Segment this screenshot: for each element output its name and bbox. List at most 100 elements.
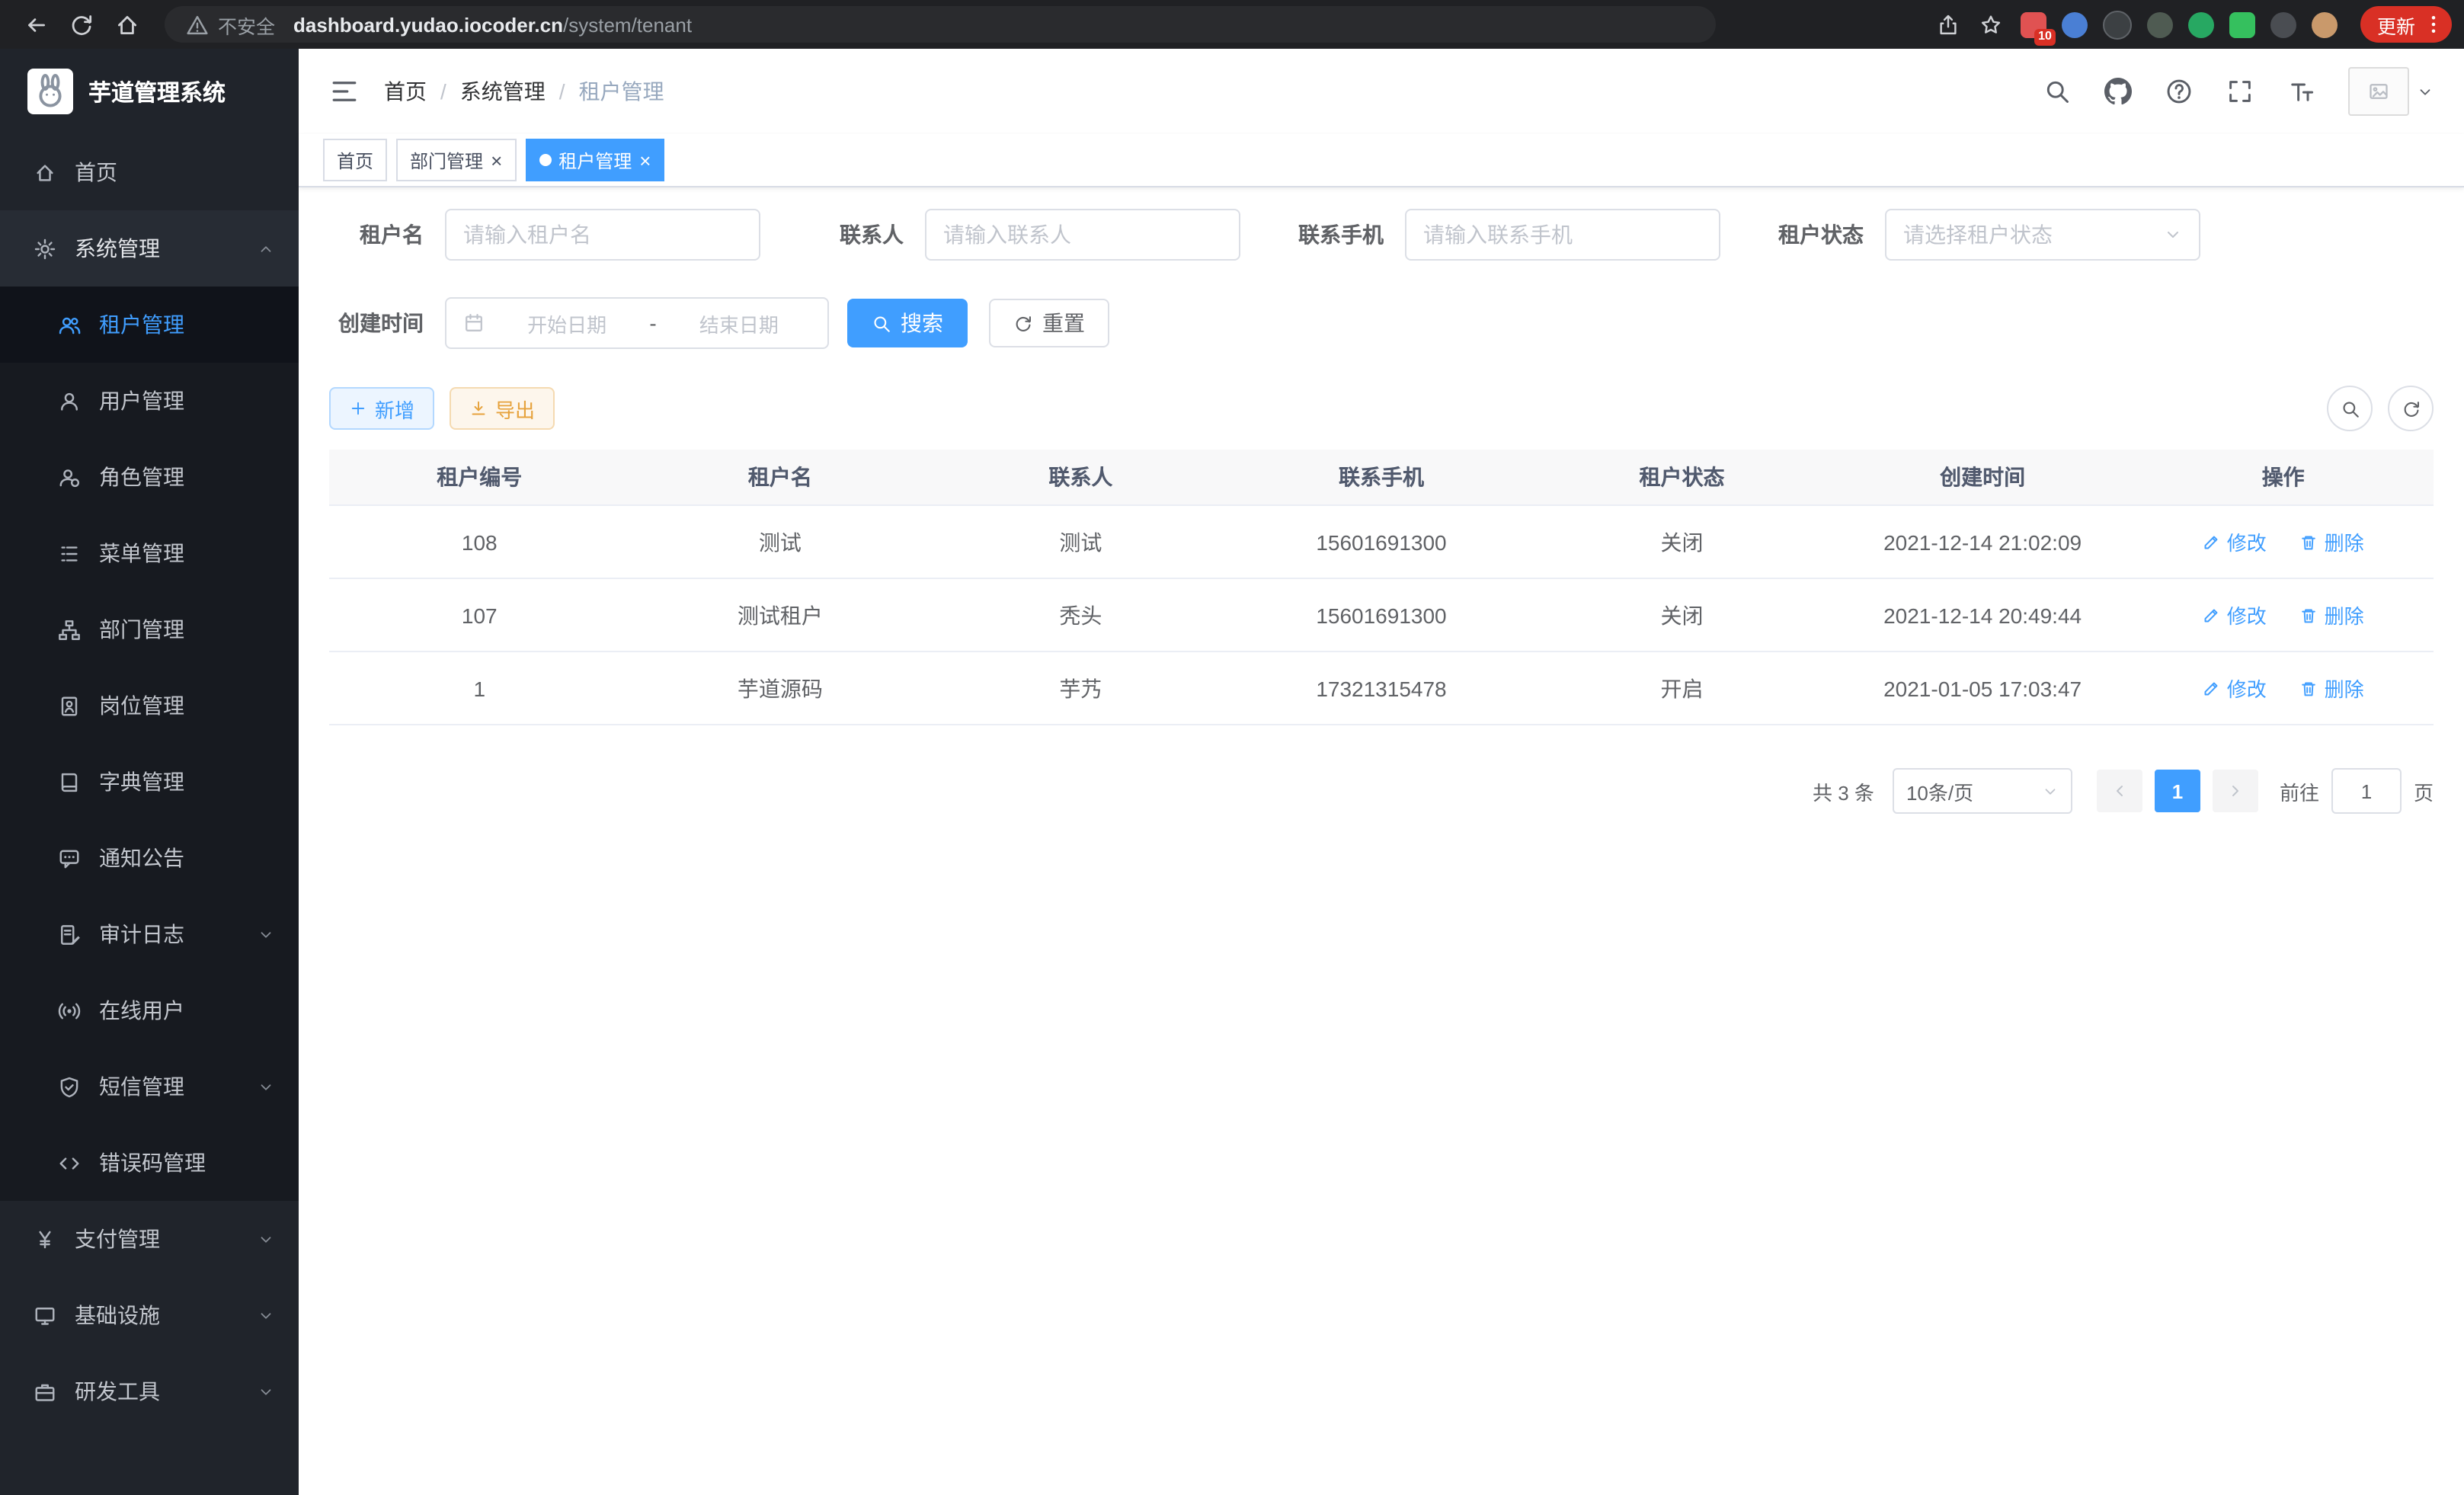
search-icon [2340, 399, 2360, 418]
chevron-right-icon [2226, 782, 2245, 800]
extension-icon-1[interactable]: 10 [2021, 11, 2046, 37]
code-icon [58, 1151, 81, 1174]
reload-icon[interactable] [58, 3, 104, 46]
page-header: 首页 / 系统管理 / 租户管理 [299, 49, 2464, 134]
tenant-name-input[interactable]: 请输入租户名 [445, 209, 760, 261]
user-avatar[interactable] [2348, 67, 2434, 116]
chevron-down-icon [258, 926, 274, 943]
breadcrumb-system[interactable]: 系统管理 [460, 76, 546, 107]
help-icon[interactable] [2165, 78, 2193, 105]
kebab-menu-icon[interactable] [2423, 14, 2444, 35]
edit-link[interactable]: 修改 [2203, 527, 2267, 556]
fullscreen-icon[interactable] [2226, 78, 2254, 105]
close-icon[interactable]: × [491, 150, 502, 170]
home-icon [34, 161, 56, 184]
sidebar-item-home[interactable]: 首页 [0, 134, 299, 210]
delete-link[interactable]: 删除 [2300, 600, 2364, 629]
date-range-input[interactable]: 开始日期 - 结束日期 [445, 297, 829, 349]
home-icon[interactable] [104, 3, 149, 46]
mobile-input[interactable]: 请输入联系手机 [1405, 209, 1720, 261]
sidebar-item-dept[interactable]: 部门管理 [0, 591, 299, 667]
browser-actions: 10 更新 [1928, 3, 2452, 46]
fold-menu-icon[interactable] [329, 76, 360, 107]
create-time-label: 创建时间 [329, 308, 424, 338]
prev-page-button[interactable] [2097, 770, 2142, 812]
extension-icon-3[interactable] [2103, 10, 2132, 39]
chevron-down-icon [258, 1078, 274, 1095]
sidebar-item-pay[interactable]: 支付管理 [0, 1201, 299, 1277]
sidebar-item-sms[interactable]: 短信管理 [0, 1048, 299, 1125]
sidebar-item-audit-log[interactable]: 审计日志 [0, 896, 299, 972]
export-button[interactable]: 导出 [450, 387, 555, 430]
sidebar-item-role[interactable]: 角色管理 [0, 439, 299, 515]
yen-icon [34, 1228, 56, 1250]
app-title: 芋道管理系统 [88, 75, 226, 107]
header-actions [2043, 67, 2434, 116]
chevron-down-icon [258, 1231, 274, 1247]
current-page-button[interactable]: 1 [2155, 770, 2200, 812]
github-icon[interactable] [2104, 78, 2132, 105]
status-value: 开启 [1531, 651, 1832, 725]
add-button[interactable]: 新增 [329, 387, 434, 430]
page-size-select[interactable]: 10条/页 [1893, 768, 2072, 814]
bookmark-star-icon[interactable] [1970, 3, 2013, 46]
tag-dept[interactable]: 部门管理 × [396, 139, 516, 181]
system-submenu: 租户管理 用户管理 角色管理 菜单管理 部门管理 [0, 287, 299, 1201]
user-icon [58, 389, 81, 412]
refresh-icon [2401, 399, 2421, 418]
tag-home[interactable]: 首页 [323, 139, 387, 181]
sidebar-item-notice[interactable]: 通知公告 [0, 820, 299, 896]
extension-icon-2[interactable] [2062, 11, 2088, 37]
contact-input[interactable]: 请输入联系人 [925, 209, 1240, 261]
security-chip[interactable]: 不安全 [186, 10, 275, 39]
breadcrumb-home[interactable]: 首页 [384, 76, 427, 107]
calendar-icon [463, 312, 485, 334]
extension-icon-5[interactable] [2188, 11, 2214, 37]
address-bar[interactable]: 不安全 dashboard.yudao.iocoder.cn /system/t… [165, 6, 1716, 43]
tags-view: 首页 部门管理 × 租户管理 × [299, 134, 2464, 187]
monitor-icon [34, 1304, 56, 1327]
trash-icon [2300, 533, 2318, 551]
search-button[interactable]: 搜索 [847, 299, 968, 347]
extension-icon-6[interactable] [2229, 11, 2255, 37]
search-icon[interactable] [2043, 78, 2071, 105]
table-row: 1 芋道源码 芋艿 17321315478 开启 2021-01-05 17:0… [329, 651, 2434, 725]
profile-avatar-icon[interactable] [2312, 11, 2338, 37]
sidebar-item-menu[interactable]: 菜单管理 [0, 515, 299, 591]
sidebar-item-tenant[interactable]: 租户管理 [0, 287, 299, 363]
extension-icon-4[interactable] [2147, 11, 2173, 37]
font-size-icon[interactable] [2287, 78, 2315, 105]
tree-icon [58, 618, 81, 641]
total-count: 共 3 条 [1813, 776, 1874, 805]
tenant-name-label: 租户名 [329, 219, 424, 250]
sidebar-item-infra[interactable]: 基础设施 [0, 1277, 299, 1353]
back-icon[interactable] [12, 3, 58, 46]
delete-link[interactable]: 删除 [2300, 674, 2364, 703]
download-icon [469, 399, 488, 418]
sidebar-item-post[interactable]: 岗位管理 [0, 667, 299, 744]
sidebar-item-dev-tool[interactable]: 研发工具 [0, 1353, 299, 1429]
edit-link[interactable]: 修改 [2203, 600, 2267, 629]
sidebar-item-online-user[interactable]: 在线用户 [0, 972, 299, 1048]
delete-link[interactable]: 删除 [2300, 527, 2364, 556]
edit-link[interactable]: 修改 [2203, 674, 2267, 703]
pagination: 共 3 条 10条/页 1 前往 1 页 [329, 768, 2434, 814]
edit-icon [2203, 606, 2221, 624]
reset-button[interactable]: 重置 [989, 299, 1109, 347]
close-icon[interactable]: × [639, 150, 651, 170]
tag-tenant[interactable]: 租户管理 × [525, 139, 664, 181]
share-icon[interactable] [1928, 3, 1970, 46]
status-select[interactable]: 请选择租户状态 [1885, 209, 2200, 261]
sidebar-item-error-code[interactable]: 错误码管理 [0, 1125, 299, 1201]
sidebar-item-user[interactable]: 用户管理 [0, 363, 299, 439]
extension-icon-7[interactable] [2270, 11, 2296, 37]
sidebar-item-dict[interactable]: 字典管理 [0, 744, 299, 820]
goto-page-input[interactable]: 1 [2331, 768, 2402, 814]
page-content: 租户名 请输入租户名 联系人 请输入联系人 联系手机 [299, 187, 2464, 1495]
extension-badge: 10 [2034, 28, 2056, 45]
refresh-button[interactable] [2388, 386, 2434, 431]
sidebar-item-system[interactable]: 系统管理 [0, 210, 299, 287]
toggle-search-button[interactable] [2327, 386, 2373, 431]
next-page-button[interactable] [2213, 770, 2258, 812]
update-button[interactable]: 更新 [2360, 6, 2452, 43]
